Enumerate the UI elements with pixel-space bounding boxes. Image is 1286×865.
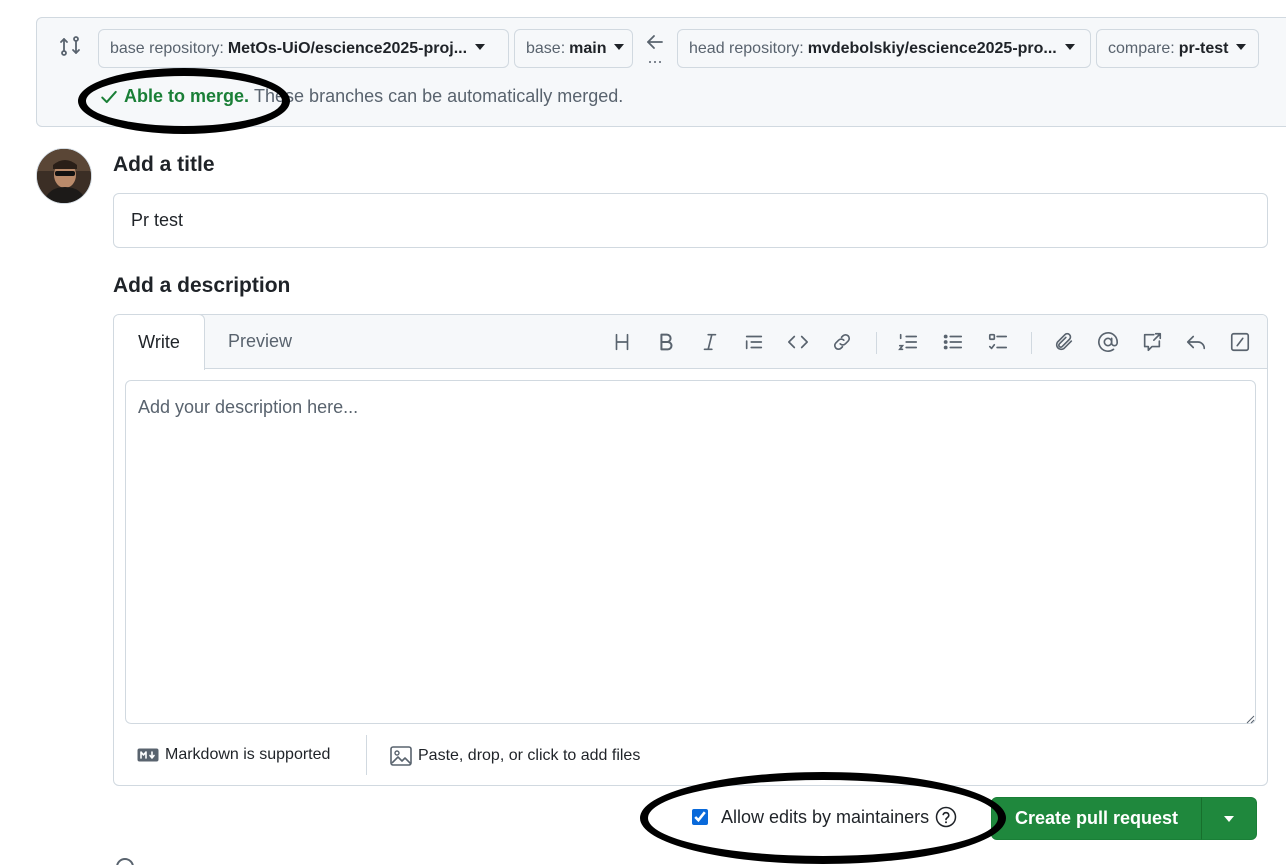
base-branch-label: base: <box>526 39 566 57</box>
description-editor: Write Preview Add your description here.… <box>113 314 1268 786</box>
compare-arrows-icon <box>60 36 80 56</box>
create-pull-request-button[interactable]: Create pull request <box>991 797 1202 840</box>
caret-down-icon <box>1224 815 1234 822</box>
bold-icon[interactable] <box>654 330 678 354</box>
compare-branch-label: compare: <box>1108 39 1175 57</box>
italic-icon[interactable] <box>698 330 722 354</box>
ordered-list-icon[interactable] <box>896 330 920 354</box>
arrow-left-icon <box>647 35 663 63</box>
tab-preview[interactable]: Preview <box>228 331 292 352</box>
toolbar-divider <box>876 332 877 354</box>
reply-icon[interactable] <box>1184 330 1208 354</box>
create-options-dropdown[interactable] <box>1201 797 1257 840</box>
markdown-note[interactable]: Markdown is supported <box>137 746 330 764</box>
info-icon <box>116 858 134 865</box>
caret-down-icon <box>1236 43 1247 50</box>
caret-down-icon <box>614 43 625 50</box>
reference-icon[interactable] <box>1140 330 1164 354</box>
avatar[interactable] <box>36 148 92 204</box>
add-files-button[interactable]: Paste, drop, or click to add files <box>390 746 640 766</box>
link-icon[interactable] <box>830 330 854 354</box>
base-repository-label: base repository: <box>110 39 224 57</box>
title-input[interactable] <box>113 193 1268 248</box>
compare-branch-value: pr-test <box>1178 39 1229 57</box>
head-repository-value: mvdebolskiy/escience2025-pro... <box>807 39 1057 57</box>
caret-down-icon <box>475 43 486 50</box>
base-branch-value: main <box>569 39 607 57</box>
avatar-image <box>37 149 91 203</box>
description-textarea[interactable] <box>125 380 1256 724</box>
merge-status-detail: These branches can be automatically merg… <box>254 86 624 106</box>
quote-icon[interactable] <box>742 330 766 354</box>
footer-divider <box>366 735 367 775</box>
base-repository-select[interactable]: base repository: MetOs-UiO/escience2025-… <box>98 29 509 68</box>
markdown-icon <box>137 748 159 762</box>
unordered-list-icon[interactable] <box>941 330 965 354</box>
add-files-label: Paste, drop, or click to add files <box>418 747 641 764</box>
compare-branch-select[interactable]: compare: pr-test <box>1096 29 1259 68</box>
mention-icon[interactable] <box>1096 330 1120 354</box>
description-heading: Add a description <box>113 274 291 297</box>
markdown-note-label: Markdown is supported <box>165 746 331 763</box>
attach-icon[interactable] <box>1052 330 1076 354</box>
head-repository-select[interactable]: head repository: mvdebolskiy/escience202… <box>677 29 1091 68</box>
title-heading: Add a title <box>113 153 215 176</box>
code-icon[interactable] <box>786 330 810 354</box>
editor-footer: Markdown is supported Paste, drop, or cl… <box>114 733 1267 785</box>
annotation-ellipse <box>78 68 290 134</box>
heading-icon[interactable] <box>610 330 634 354</box>
image-icon <box>390 746 412 766</box>
base-branch-select[interactable]: base: main <box>514 29 633 68</box>
annotation-ellipse <box>640 772 1006 864</box>
head-repository-label: head repository: <box>689 39 804 57</box>
toolbar-divider <box>1031 332 1032 354</box>
resize-grip-icon[interactable] <box>1245 714 1255 724</box>
caret-down-icon <box>1064 43 1075 50</box>
task-list-icon[interactable] <box>986 330 1010 354</box>
base-repository-value: MetOs-UiO/escience2025-proj... <box>227 39 468 57</box>
tab-write[interactable]: Write <box>114 315 205 370</box>
slash-command-icon[interactable] <box>1228 330 1252 354</box>
